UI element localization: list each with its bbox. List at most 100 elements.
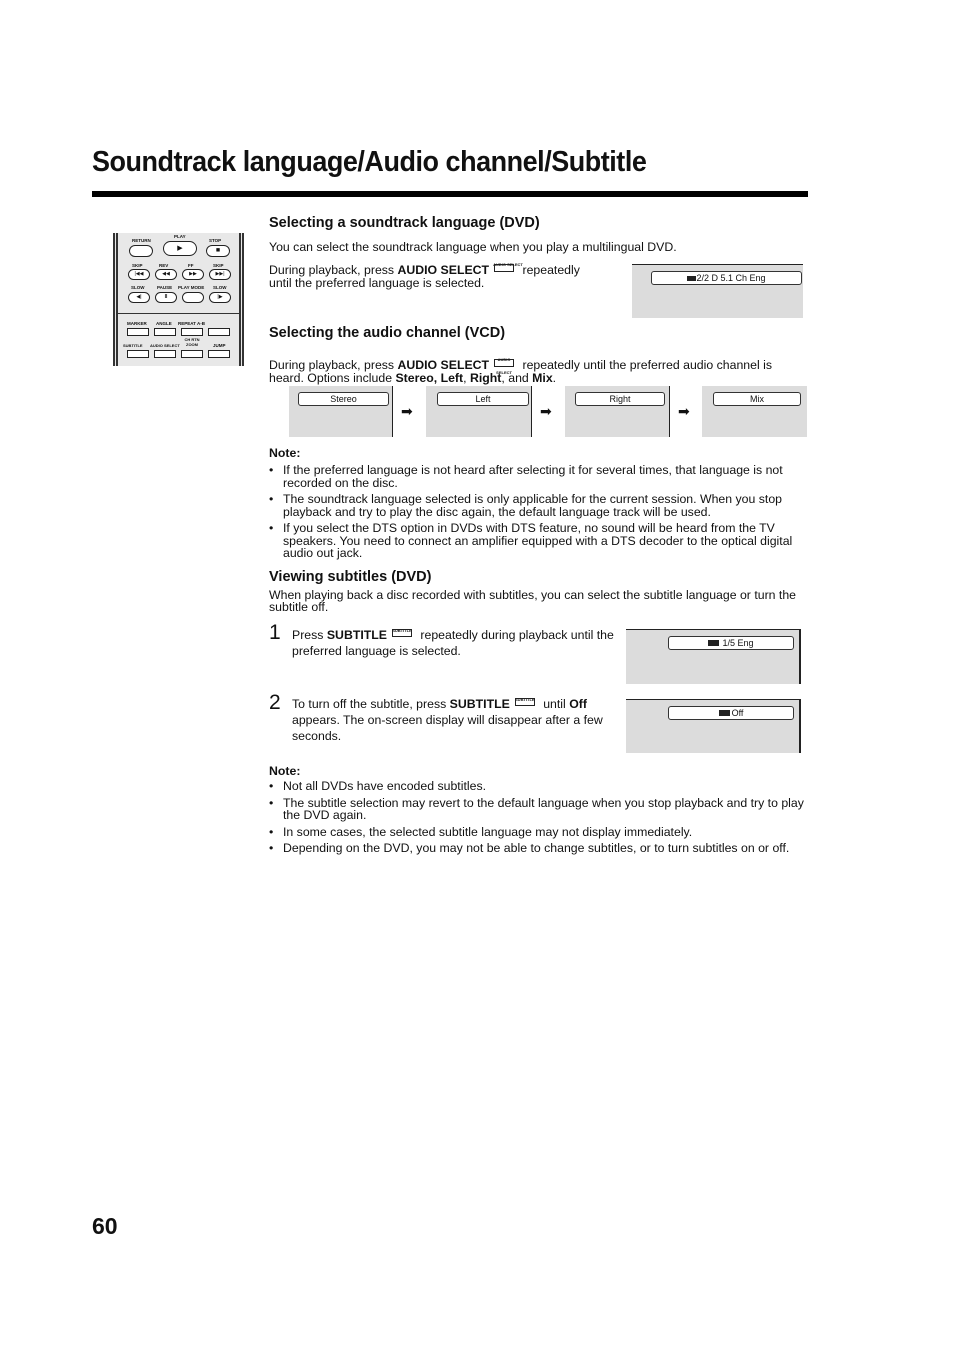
audio-channel-instruction: During playback, press AUDIO SELECT AUDIO… xyxy=(269,354,807,385)
stop-label: STOP xyxy=(209,238,222,243)
play-button: ▶ xyxy=(163,241,197,256)
skip-back-icon: |◀◀ xyxy=(134,271,144,277)
repeat-button xyxy=(181,328,203,336)
subtitle-label: SUBTITLE xyxy=(123,343,143,348)
fast-forward-icon: ▶▶ xyxy=(189,271,197,277)
subtitle-button xyxy=(127,350,149,358)
title-rule xyxy=(92,191,808,197)
slow-back-icon: ◀| xyxy=(136,294,142,300)
note-item: The subtitle selection may revert to the… xyxy=(269,796,809,822)
slow-back-button: ◀| xyxy=(128,292,150,303)
marker-label: MARKER xyxy=(127,321,147,326)
play-icon: ▶ xyxy=(177,245,183,252)
audio-select-button xyxy=(154,350,176,358)
note-item: Depending on the DVD, you may not be abl… xyxy=(269,842,809,855)
soundtrack-osd-screen: 2/2 D 5.1 Ch Eng xyxy=(632,264,803,318)
play-mode-button xyxy=(182,292,204,303)
audio-select-label: AUDIO SELECT xyxy=(150,343,180,348)
slow-forward-icon: |▶ xyxy=(217,294,223,300)
subtitle-icon xyxy=(708,640,720,646)
rev-label: REV xyxy=(159,263,169,268)
skip-fwd-button: ▶▶| xyxy=(209,269,231,280)
angle-button xyxy=(154,328,176,336)
rev-button: ◀◀ xyxy=(155,269,177,280)
osd-bar: 2/2 D 5.1 Ch Eng xyxy=(651,271,802,285)
page-title: Soundtrack language/Audio channel/Subtit… xyxy=(92,146,647,178)
arrow-right-icon: ➡ xyxy=(678,403,690,419)
audio-screen-stereo: Stereo xyxy=(289,386,393,437)
ff-label: FF xyxy=(188,263,194,268)
osd-bar: Left xyxy=(437,392,529,406)
slow-fwd-label: SLOW xyxy=(213,285,227,290)
stop-button: ■ xyxy=(206,245,230,257)
audio-channel-heading: Selecting the audio channel (VCD) xyxy=(269,325,506,341)
rewind-icon: ◀◀ xyxy=(162,271,170,277)
audio-screen-mix: Mix xyxy=(702,386,807,437)
pause-button: II xyxy=(155,292,177,303)
jump-button xyxy=(208,350,230,358)
subtitle-osd-screen-2: Off xyxy=(626,699,801,753)
soundtrack-instruction-line1: During playback, press AUDIO SELECT AUDIO… xyxy=(269,259,580,277)
note-item: The soundtrack language selected is only… xyxy=(269,493,804,518)
osd-bar: Right xyxy=(575,392,665,406)
subtitle-osd-screen-1: 1/5 Eng xyxy=(626,629,801,684)
step-1-text: Press SUBTITLE SUBTITLE repeatedly during… xyxy=(292,624,617,659)
subtitles-heading: Viewing subtitles (DVD) xyxy=(269,569,432,585)
note-list: If the preferred language is not heard a… xyxy=(269,464,804,564)
skip-back-button: |◀◀ xyxy=(128,269,150,280)
osd-bar: 1/5 Eng xyxy=(668,636,794,650)
subtitle-icon xyxy=(718,710,730,716)
osd-text: Off xyxy=(731,708,744,718)
remote-control-illustration: RETURN PLAY STOP ▶ ■ SKIP REV FF SKIP |◀… xyxy=(113,233,244,366)
step-number: 2 xyxy=(269,691,281,714)
note-item: Not all DVDs have encoded subtitles. xyxy=(269,780,809,793)
pause-label: PAUSE xyxy=(157,285,173,290)
soundtrack-intro: You can select the soundtrack language w… xyxy=(269,240,677,254)
note-heading: Note: xyxy=(269,446,301,460)
repeat-label: REPEAT A-B xyxy=(178,321,205,326)
play-mode-label: PLAY MODE xyxy=(178,285,205,290)
stop-icon: ■ xyxy=(215,247,221,254)
step-2-text: To turn off the subtitle, press SUBTITLE… xyxy=(292,693,617,744)
slow-back-label: SLOW xyxy=(131,285,145,290)
soundtrack-instruction-line2: until the preferred language is selected… xyxy=(269,276,485,290)
note-list: Not all DVDs have encoded subtitles. The… xyxy=(269,780,809,859)
osd-bar: Mix xyxy=(713,392,801,406)
osd-bar: Stereo xyxy=(298,392,389,406)
marker-button xyxy=(127,328,149,336)
note-item: In some cases, the selected subtitle lan… xyxy=(269,825,809,839)
soundtrack-heading: Selecting a soundtrack language (DVD) xyxy=(269,215,540,231)
audio-select-keyword: AUDIO SELECT xyxy=(397,263,490,277)
skip-fwd-label: SKIP xyxy=(213,263,224,268)
instruction-text: repeatedly xyxy=(519,263,580,277)
note-heading: Note: xyxy=(269,764,301,778)
audio-select-button-icon: AUDIO SELECT xyxy=(493,354,515,375)
display-button xyxy=(208,328,230,336)
audio-select-button-icon: AUDIO SELECT xyxy=(493,259,523,273)
step-number: 1 xyxy=(269,621,281,644)
angle-label: ANGLE xyxy=(156,321,172,326)
arrow-right-icon: ➡ xyxy=(401,403,413,419)
instruction-text: During playback, press xyxy=(269,263,398,277)
osd-text: 2/2 D 5.1 Ch Eng xyxy=(696,273,766,283)
play-label: PLAY xyxy=(174,234,186,239)
subtitles-intro: When playing back a disc recorded with s… xyxy=(269,588,797,614)
subtitle-button-icon: SUBTITLE xyxy=(391,624,413,638)
page-number: 60 xyxy=(92,1213,118,1239)
return-button xyxy=(129,245,153,257)
audio-screen-left: Left xyxy=(426,386,532,437)
note-item: If you select the DTS option in DVDs wit… xyxy=(269,522,804,560)
osd-bar: Off xyxy=(668,706,794,720)
return-label: RETURN xyxy=(132,238,151,243)
subtitle-button-icon: SUBTITLE xyxy=(514,693,536,707)
remote-divider xyxy=(118,313,239,314)
audio-screen-right: Right xyxy=(565,386,670,437)
skip-back-label: SKIP xyxy=(132,263,143,268)
jump-label: JUMP xyxy=(213,343,226,348)
slow-fwd-button: |▶ xyxy=(209,292,231,303)
osd-text: 1/5 Eng xyxy=(722,638,754,648)
pause-icon: II xyxy=(164,294,168,300)
skip-forward-icon: ▶▶| xyxy=(215,271,225,277)
arrow-right-icon: ➡ xyxy=(540,403,552,419)
ch-rtn-zoom-button xyxy=(181,350,203,358)
